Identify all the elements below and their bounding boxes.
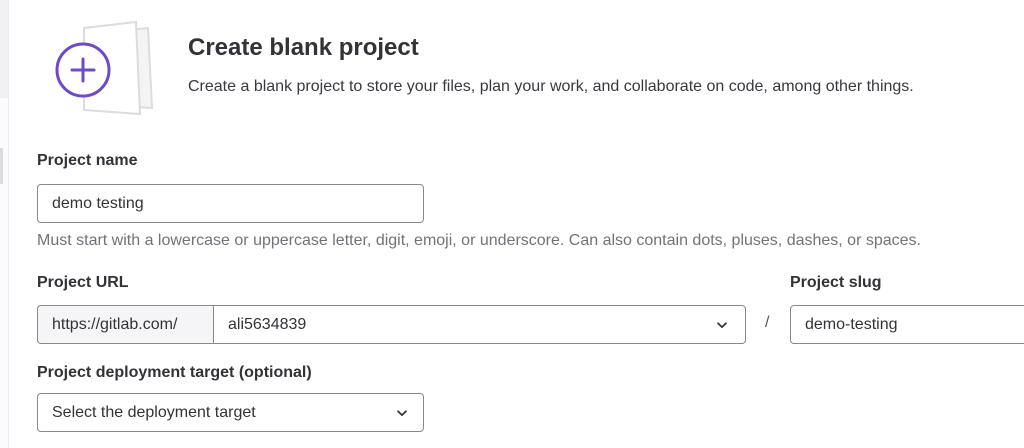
page-title: Create blank project [188,34,419,61]
project-url-label: Project URL [37,274,129,291]
project-url-prefix-text: https://gitlab.com/ [52,315,178,333]
deployment-target-label: Project deployment target (optional) [37,364,312,381]
url-slug-separator: / [765,314,770,331]
side-panel-edge [0,0,9,448]
project-name-input[interactable]: demo testing [37,184,424,223]
project-name-label: Project name [37,152,138,169]
side-panel-marker [0,148,3,184]
plus-circle-icon [55,20,154,116]
project-url-group: https://gitlab.com/ ali5634839 [37,305,746,344]
side-panel-shade [0,0,8,98]
project-name-help-text: Must start with a lowercase or uppercase… [37,232,921,249]
namespace-value: ali5634839 [228,315,307,333]
namespace-dropdown[interactable]: ali5634839 [213,305,746,344]
project-url-prefix: https://gitlab.com/ [37,305,213,344]
deployment-target-value: Select the deployment target [52,403,256,421]
project-slug-value: demo-testing [805,315,898,333]
project-name-value: demo testing [52,194,144,212]
project-slug-label: Project slug [790,274,882,291]
chevron-down-icon [717,321,727,328]
chevron-down-icon [397,409,407,416]
page-description: Create a blank project to store your fil… [188,78,914,95]
deployment-target-select[interactable]: Select the deployment target [37,393,424,432]
project-slug-input[interactable]: demo-testing [790,305,1024,344]
